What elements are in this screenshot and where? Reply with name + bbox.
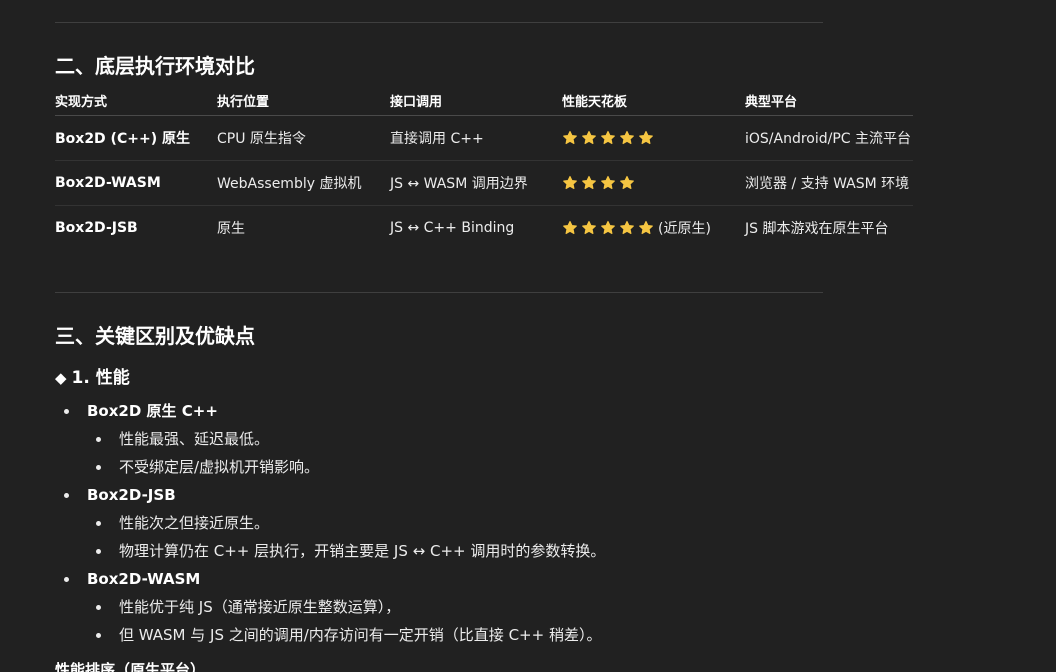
performance-rating-cell — [562, 160, 745, 206]
star-icon — [582, 220, 596, 235]
subsection-title: 1. 性能 — [71, 368, 130, 388]
divider — [55, 292, 823, 293]
section-heading-differences: 三、关键区别及优缺点 — [55, 324, 255, 348]
impl-cell: Box2D-JSB — [55, 220, 138, 236]
performance-rating-cell — [562, 115, 745, 161]
interface-cell: JS ↔ WASM 调用边界 — [390, 160, 562, 206]
star-icon — [620, 175, 634, 190]
star-rating — [562, 175, 635, 191]
star-icon — [639, 220, 653, 235]
sub-list-item: 物理计算仍在 C++ 层执行，开销主要是 JS ↔ C++ 调用时的参数转换。 — [55, 537, 955, 565]
list-item: Box2D-JSB — [55, 481, 955, 509]
star-icon — [563, 130, 577, 145]
performance-list: Box2D 原生 C++ 性能最强、延迟最低。 不受绑定层/虚拟机开销影响。 B… — [55, 397, 955, 649]
star-icon — [563, 220, 577, 235]
star-icon — [620, 130, 634, 145]
comparison-table: 实现方式 执行位置 接口调用 性能天花板 典型平台 Box2D (C++) 原生… — [55, 86, 913, 250]
location-cell: 原生 — [217, 221, 245, 237]
table-row: Box2D-JSB 原生 JS ↔ C++ Binding (近原生) JS 脚… — [55, 206, 913, 251]
diamond-bullet-icon: ◆ — [55, 369, 67, 387]
star-rating — [562, 130, 654, 146]
star-icon — [601, 175, 615, 190]
star-icon — [601, 130, 615, 145]
subsection-heading-performance: ◆ 1. 性能 — [55, 366, 130, 390]
location-cell: CPU 原生指令 — [217, 115, 390, 161]
interface-cell: 直接调用 C++ — [390, 115, 562, 161]
sub-list-item: 性能优于纯 JS（通常接近原生整数运算）， — [55, 593, 955, 621]
sub-list-item: 性能次之但接近原生。 — [55, 509, 955, 537]
column-header: 实现方式 — [55, 86, 217, 116]
table-header-row: 实现方式 执行位置 接口调用 性能天花板 典型平台 — [55, 86, 913, 116]
star-icon — [582, 130, 596, 145]
location-cell: WebAssembly 虚拟机 — [217, 160, 390, 206]
impl-cell: Box2D-WASM — [55, 160, 217, 206]
sub-list-item: 性能最强、延迟最低。 — [55, 425, 955, 453]
divider — [55, 22, 823, 23]
star-icon — [582, 175, 596, 190]
next-heading-partial: 性能排序（原生平台） — [55, 661, 206, 672]
column-header: 接口调用 — [390, 86, 562, 116]
platform-cell: JS 脚本游戏在原生平台 — [745, 221, 889, 237]
platform-cell: 浏览器 / 支持 WASM 环境 — [745, 160, 913, 206]
star-rating — [562, 220, 654, 236]
column-header: 性能天花板 — [562, 86, 745, 116]
table-row: Box2D-WASM WebAssembly 虚拟机 JS ↔ WASM 调用边… — [55, 160, 913, 206]
column-header: 典型平台 — [745, 86, 913, 116]
star-icon — [563, 175, 577, 190]
star-icon — [639, 130, 653, 145]
list-item: Box2D 原生 C++ — [55, 397, 955, 425]
star-icon — [601, 220, 615, 235]
column-header: 执行位置 — [217, 86, 390, 116]
interface-cell: JS ↔ C++ Binding — [390, 220, 515, 236]
impl-cell: Box2D (C++) 原生 — [55, 115, 217, 161]
table-row: Box2D (C++) 原生 CPU 原生指令 直接调用 C++ iOS/And… — [55, 115, 913, 161]
star-note: (近原生) — [658, 221, 711, 237]
performance-rating-cell: (近原生) — [562, 206, 745, 251]
platform-cell: iOS/Android/PC 主流平台 — [745, 115, 913, 161]
sub-list-item: 但 WASM 与 JS 之间的调用/内存访问有一定开销（比直接 C++ 稍差）。 — [55, 621, 955, 649]
star-icon — [620, 220, 634, 235]
section-heading-environment: 二、底层执行环境对比 — [55, 54, 255, 78]
document-page: 二、底层执行环境对比 实现方式 执行位置 接口调用 性能天花板 典型平台 Box… — [0, 0, 1056, 672]
sub-list-item: 不受绑定层/虚拟机开销影响。 — [55, 453, 955, 481]
list-item: Box2D-WASM — [55, 565, 955, 593]
